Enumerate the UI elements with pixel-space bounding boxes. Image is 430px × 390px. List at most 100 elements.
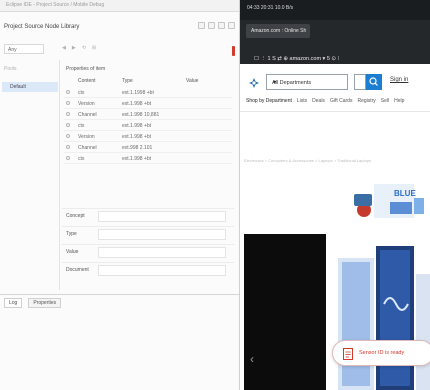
- row-icon: [66, 134, 70, 138]
- tree-header: Pools: [4, 66, 17, 72]
- detail-form: Concept Type Value Document: [62, 208, 234, 292]
- type-field[interactable]: [98, 229, 226, 240]
- url-field[interactable]: ☐ ⋮ 1 S ⇄ ⊕ amazon.com ▾ 5 ⊙ ⁞: [254, 47, 426, 62]
- table-row[interactable]: Channel ext.998 2.101: [64, 142, 232, 153]
- row-type: ext.998 2.101: [122, 145, 153, 151]
- concept-label: Concept: [66, 213, 85, 219]
- nav-link-deals[interactable]: Deals: [312, 98, 325, 104]
- column-header-content[interactable]: Content: [78, 78, 96, 84]
- filter-value: Any: [8, 47, 17, 53]
- document-icon: [343, 348, 353, 360]
- row-icon: [66, 112, 70, 116]
- nav-link-registry[interactable]: Registry: [357, 98, 375, 104]
- collapse-button[interactable]: [198, 22, 205, 29]
- column-header-type[interactable]: Type: [122, 78, 133, 84]
- browser-tab-bar: Amazon.com : Online Sh: [240, 20, 430, 42]
- table-row[interactable]: Channel ext.1.998 10,881: [64, 109, 232, 120]
- account-link[interactable]: Sign in: [390, 77, 408, 83]
- window-title: Eclipse IDE - Project Source / Mobile De…: [6, 2, 105, 8]
- layout-icon[interactable]: ⊞: [92, 45, 96, 51]
- column-header-value[interactable]: Value: [186, 78, 198, 84]
- site-nav: Shop by Department Lists Deals Gift Card…: [246, 98, 430, 104]
- forward-icon[interactable]: ▶: [72, 45, 76, 51]
- tree-item-selected[interactable]: Default: [2, 82, 58, 92]
- type-label: Type: [66, 231, 77, 237]
- navigation-toolbar: ◀ ▶ ⟲ ⊞: [62, 45, 96, 51]
- row-content: Version: [78, 101, 95, 107]
- row-icon: [66, 156, 70, 160]
- table-row[interactable]: Version ext.1.998 +bt: [64, 98, 232, 109]
- table-caption: Properties of item: [66, 66, 106, 72]
- minimize-button[interactable]: [208, 22, 215, 29]
- carousel-image[interactable]: [244, 234, 326, 390]
- row-type: ext.1.998 +bt: [122, 134, 152, 140]
- table-row[interactable]: Version ext.1.998 +bt: [64, 131, 232, 142]
- window-title-bar: Eclipse IDE - Project Source / Mobile De…: [0, 0, 239, 12]
- carousel-prev-icon[interactable]: ‹: [250, 352, 254, 366]
- table-row[interactable]: ctx ext.1.998 +bt: [64, 153, 232, 164]
- svg-text:BLUE: BLUE: [394, 189, 416, 198]
- nav-link-sell[interactable]: Sell: [381, 98, 389, 104]
- value-field[interactable]: [98, 247, 226, 258]
- row-type: ext.1.1998 +bt: [122, 90, 154, 96]
- row-content: Channel: [78, 112, 97, 118]
- document-field[interactable]: [98, 265, 226, 276]
- refresh-icon[interactable]: ⟲: [82, 45, 86, 51]
- row-content: ctx: [78, 156, 85, 162]
- browser-url-bar: ☐ ⋮ 1 S ⇄ ⊕ amazon.com ▾ 5 ⊙ ⁞: [240, 42, 430, 64]
- form-row-value: Value: [62, 244, 234, 260]
- row-type: ext.1.998 +bt: [122, 156, 152, 162]
- form-row-type: Type: [62, 226, 234, 242]
- url-text: ☐ ⋮ 1 S ⇄ ⊕ amazon.com ▾ 5 ⊙ ⁞: [254, 56, 340, 62]
- search-category-select[interactable]: All Departments ▼: [266, 74, 348, 90]
- search-input[interactable]: [354, 74, 366, 90]
- tab-log[interactable]: Log: [4, 298, 23, 308]
- nav-link-help[interactable]: Help: [394, 98, 404, 104]
- status-text: 04:33 20:31 10.0 B/s: [247, 5, 294, 11]
- view-menu-button[interactable]: [228, 22, 235, 29]
- row-icon: [66, 123, 70, 127]
- tab-title: Amazon.com : Online Sh: [251, 28, 307, 34]
- search-button[interactable]: [366, 74, 382, 90]
- promo-banner-image[interactable]: BLUE: [344, 174, 430, 226]
- tab-properties[interactable]: Properties: [28, 298, 62, 308]
- form-row-document: Document: [62, 262, 234, 278]
- nav-link-lists[interactable]: Lists: [297, 98, 307, 104]
- brand-logo-icon[interactable]: [248, 77, 260, 89]
- error-marker-icon: [232, 46, 235, 56]
- value-label: Value: [66, 249, 79, 255]
- phone-status-bar: 04:33 20:31 10.0 B/s: [240, 0, 430, 20]
- browser-tab[interactable]: Amazon.com : Online Sh: [246, 24, 310, 38]
- row-icon: [66, 145, 70, 149]
- view-toolbar: [198, 22, 235, 29]
- tree-item-label: Default: [10, 84, 26, 90]
- row-content: Channel: [78, 145, 97, 151]
- table-row[interactable]: ctx ext.1.1998 +bt: [64, 87, 232, 98]
- row-icon: [66, 90, 70, 94]
- panel-divider[interactable]: [0, 294, 239, 295]
- product-image[interactable]: [334, 244, 430, 390]
- row-icon: [66, 101, 70, 105]
- tree-panel: Pools Default: [0, 60, 60, 290]
- row-content: Version: [78, 134, 95, 140]
- concept-field[interactable]: [98, 211, 226, 222]
- nav-link-departments[interactable]: Shop by Department: [246, 98, 292, 104]
- mobile-browser: 04:33 20:31 10.0 B/s Amazon.com : Online…: [240, 0, 430, 390]
- toast-notification[interactable]: Sensor ID is ready: [332, 340, 430, 366]
- chevron-down-icon: ▼: [272, 80, 278, 86]
- filter-combo[interactable]: Any: [4, 44, 44, 54]
- row-type: ext.1.998 10,881: [122, 112, 160, 118]
- document-label: Document: [66, 267, 89, 273]
- breadcrumb[interactable]: Electronics > Computers & Accessories > …: [244, 158, 430, 163]
- row-type: ext.1.998 +bt: [122, 123, 152, 129]
- nav-link-gift-cards[interactable]: Gift Cards: [330, 98, 353, 104]
- back-icon[interactable]: ◀: [62, 45, 66, 51]
- table-row[interactable]: ctx ext.1.998 +bt: [64, 120, 232, 131]
- toast-text: Sensor ID is ready: [359, 350, 405, 356]
- view-title: Project Source Node Library: [4, 24, 80, 30]
- maximize-button[interactable]: [218, 22, 225, 29]
- search-icon: [369, 77, 378, 86]
- site-header: All Departments ▼ Sign in Shop by Depart…: [240, 64, 430, 112]
- bottom-tab-bar: Log Properties: [4, 298, 62, 308]
- form-row-concept: Concept: [62, 208, 234, 224]
